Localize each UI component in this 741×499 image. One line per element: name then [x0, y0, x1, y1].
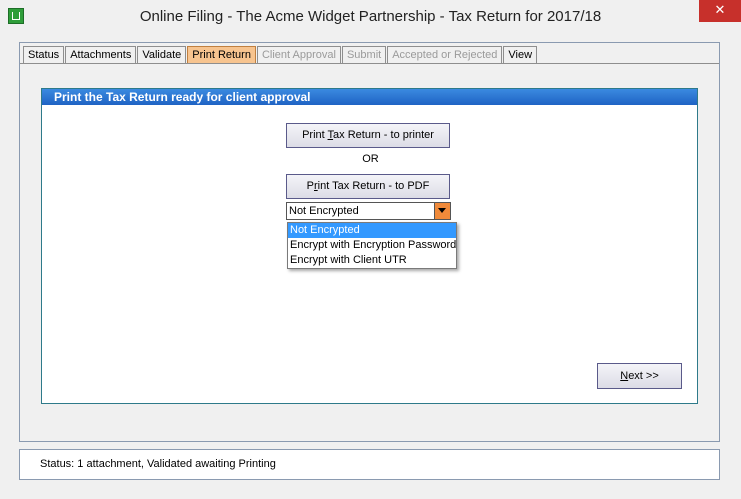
encryption-dropdown-list: Not Encrypted Encrypt with Encryption Pa… — [287, 222, 457, 269]
tab-status[interactable]: Status — [23, 46, 65, 64]
encryption-option-password[interactable]: Encrypt with Encryption Password — [288, 238, 456, 253]
next-label: ext >> — [628, 370, 659, 382]
tab-submit: Submit — [341, 46, 387, 64]
tab-validate[interactable]: Validate — [137, 46, 187, 64]
title-bar: Online Filing - The Acme Widget Partners… — [0, 0, 741, 34]
tab-accepted-or-rejected: Accepted or Rejected — [387, 46, 503, 64]
tab-view[interactable]: View — [503, 46, 538, 64]
panel-header: Print the Tax Return ready for client ap… — [42, 89, 697, 105]
print-to-printer-label-end: ax Return - to printer — [333, 129, 434, 141]
or-label: OR — [362, 153, 379, 165]
encryption-option-not-encrypted[interactable]: Not Encrypted — [288, 223, 456, 238]
status-text: Status: 1 attachment, Validated awaiting… — [40, 458, 276, 470]
tab-strip: Status Attachments Validate Print Return… — [23, 46, 538, 64]
window-title: Online Filing - The Acme Widget Partners… — [139, 8, 602, 25]
print-to-pdf-button[interactable]: Print Tax Return - to PDF — [286, 174, 450, 199]
next-button[interactable]: Next >> — [597, 363, 682, 389]
print-to-pdf-label-start: P — [306, 180, 314, 192]
print-to-printer-label-start: Print — [302, 129, 328, 141]
status-bar: Status: 1 attachment, Validated awaiting… — [19, 449, 720, 480]
tab-client-approval: Client Approval — [256, 46, 341, 64]
tab-print-return[interactable]: Print Return — [187, 46, 256, 64]
tab-strip-divider — [20, 63, 719, 64]
print-to-printer-button[interactable]: Print Tax Return - to printer — [286, 123, 450, 148]
next-mnemonic: N — [620, 370, 629, 382]
encryption-select[interactable]: Not Encrypted — [286, 202, 451, 220]
encryption-select-value: Not Encrypted — [289, 205, 359, 217]
print-to-pdf-label-end: int Tax Return - to PDF — [317, 180, 430, 192]
tab-attachments[interactable]: Attachments — [65, 46, 137, 64]
encryption-option-client-utr[interactable]: Encrypt with Client UTR — [288, 253, 456, 268]
chevron-down-icon[interactable] — [434, 203, 450, 219]
close-button[interactable]: ✕ — [699, 0, 741, 22]
